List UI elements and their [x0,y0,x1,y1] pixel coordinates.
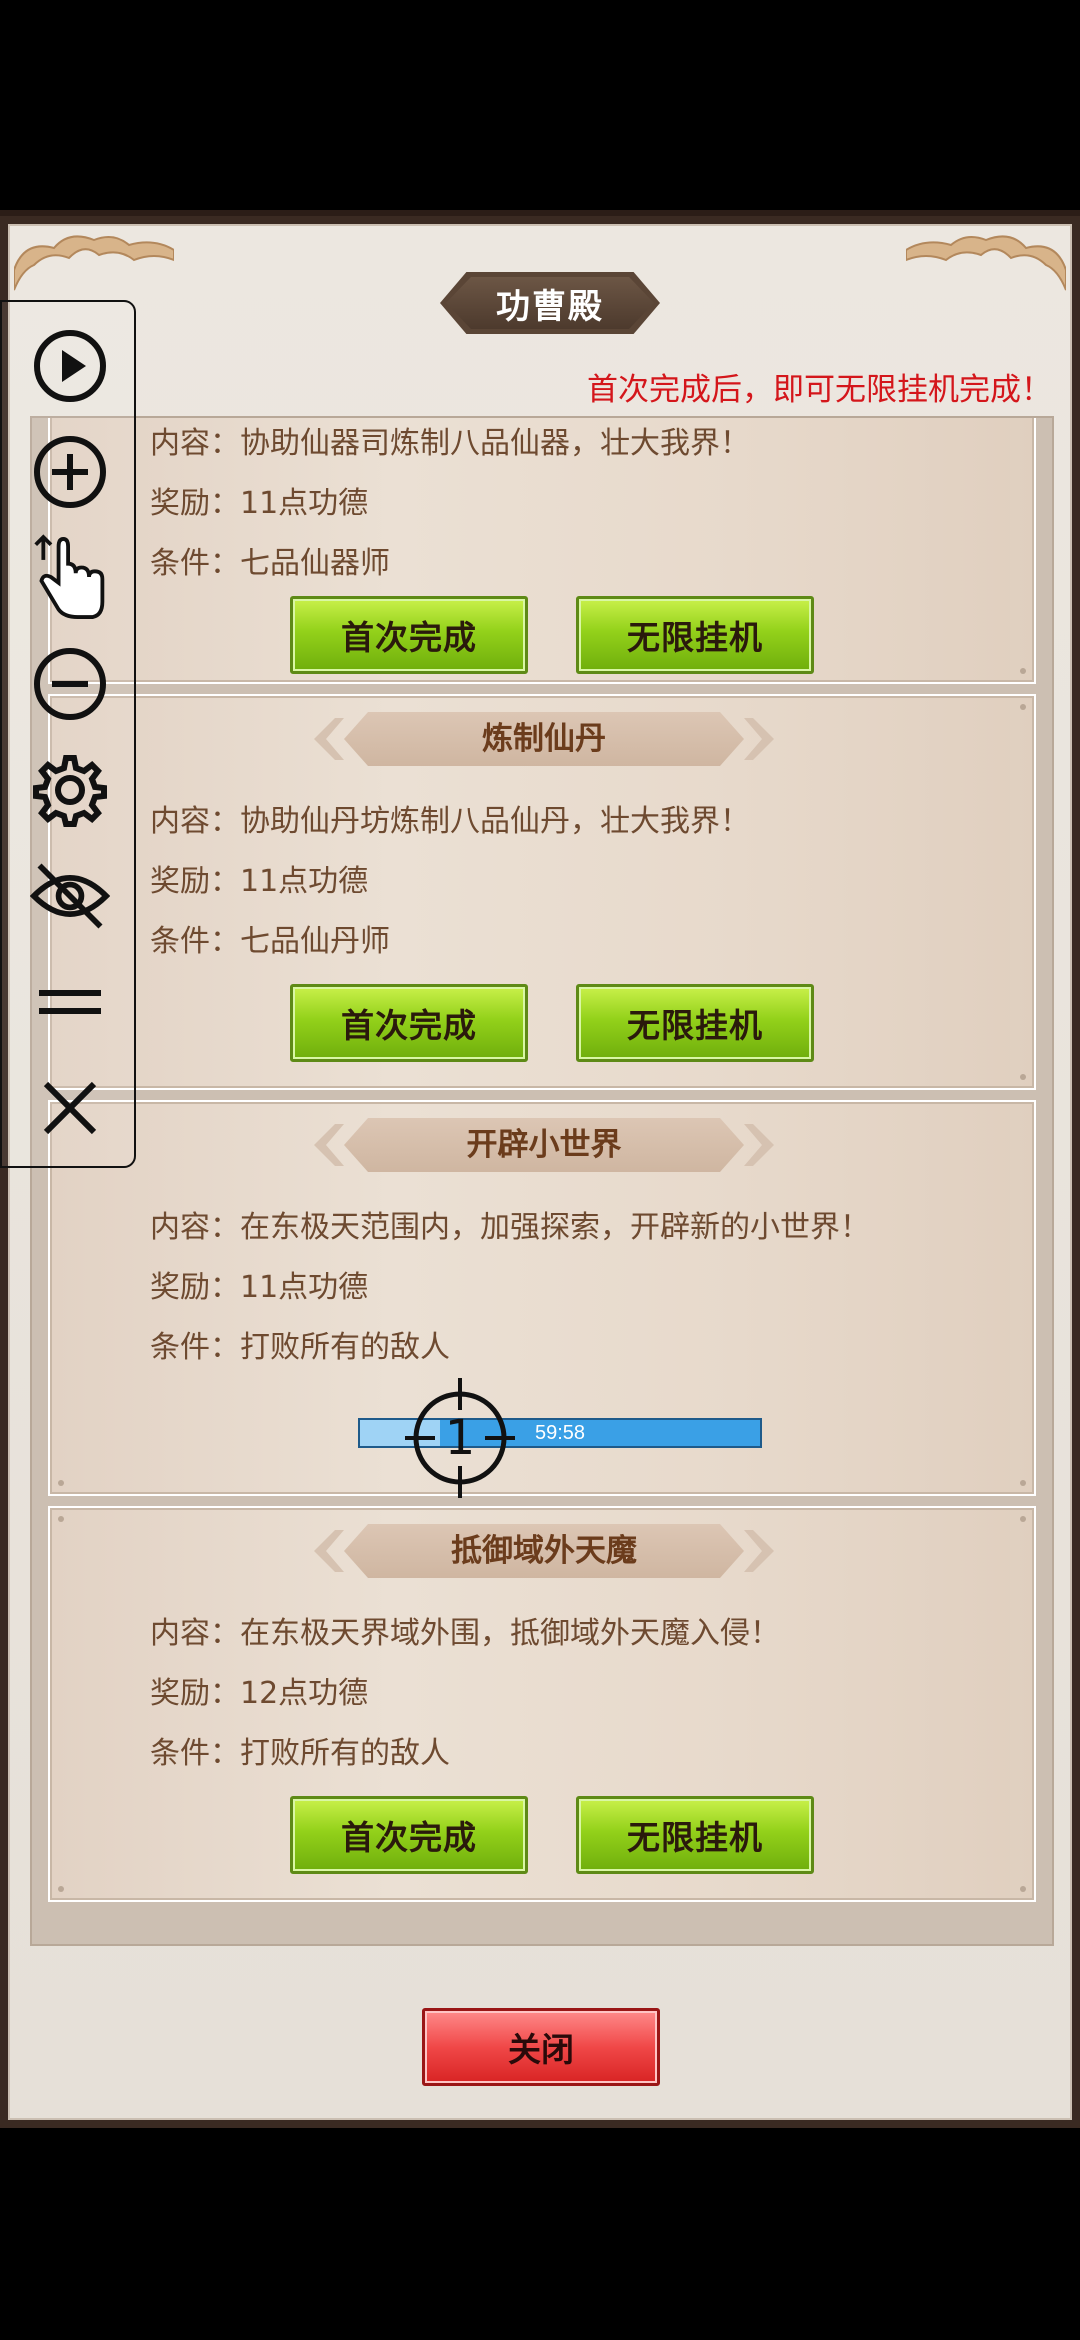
zoom-out-icon[interactable] [30,644,110,724]
task-title-ribbon: 开辟小世界 [314,1118,774,1172]
dialog-title: 功曹殿 [496,286,604,327]
card-rivet [1020,668,1026,674]
gear-icon[interactable] [30,750,110,830]
task-card: 内容：协助仙器司炼制八品仙器，壮大我界！ 奖励：11点功德 条件：七品仙器师 首… [48,418,1036,684]
task-reward: 奖励：12点功德 [150,1676,369,1711]
notice-text: 首次完成后，即可无限挂机完成！ [587,372,1052,407]
auto-idle-button[interactable]: 无限挂机 [576,596,814,674]
cloud-ornament-right [906,235,1066,291]
crosshair-number: 1 [445,1410,476,1466]
task-title: 炼制仙丹 [482,721,606,757]
close-button[interactable]: 关闭 [422,2008,660,2086]
floating-toolbar [0,300,136,1168]
card-rivet [1020,1480,1026,1486]
card-rivet [1020,1516,1026,1522]
task-reward: 奖励：11点功德 [150,1270,369,1305]
auto-idle-button[interactable]: 无限挂机 [576,1796,814,1874]
task-title: 抵御域外天魔 [451,1533,637,1569]
dialog-panel: 功曹殿 首次完成后，即可无限挂机完成！ 内容：协助仙器司炼制八品仙器，壮大我界！… [0,210,1080,2128]
card-rivet [1020,704,1026,710]
cloud-ornament-left [14,235,174,291]
zoom-in-icon[interactable] [30,432,110,512]
task-content: 内容：协助仙丹坊炼制八品仙丹，壮大我界！ [150,804,750,839]
auto-idle-button[interactable]: 无限挂机 [576,984,814,1062]
task-condition: 条件：七品仙丹师 [150,924,390,959]
task-content: 内容：协助仙器司炼制八品仙器，壮大我界！ [150,426,750,461]
card-rivet [1020,1886,1026,1892]
dialog-body: 功曹殿 首次完成后，即可无限挂机完成！ 内容：协助仙器司炼制八品仙器，壮大我界！… [8,224,1072,2120]
task-content: 内容：在东极天范围内，加强探索，开辟新的小世界！ [150,1210,870,1245]
task-reward: 奖励：11点功德 [150,864,369,899]
task-title: 开辟小世界 [466,1127,622,1163]
task-list[interactable]: 内容：协助仙器司炼制八品仙器，壮大我界！ 奖励：11点功德 条件：七品仙器师 首… [30,416,1054,1946]
task-card: 抵御域外天魔 内容：在东极天界域外围，抵御域外天魔入侵！ 奖励：12点功德 条件… [48,1506,1036,1902]
task-condition: 条件：七品仙器师 [150,546,390,581]
play-icon[interactable] [30,326,110,406]
card-rivet [58,1516,64,1522]
task-card: 开辟小世界 内容：在东极天范围内，加强探索，开辟新的小世界！ 奖励：11点功德 … [48,1100,1036,1498]
eye-off-icon[interactable] [30,856,110,936]
task-content: 内容：在东极天界域外围，抵御域外天魔入侵！ [150,1616,780,1651]
card-rivet [1020,1074,1026,1080]
task-condition: 条件：打败所有的敌人 [150,1330,450,1365]
task-condition: 条件：打败所有的敌人 [150,1736,450,1771]
task-title-ribbon: 炼制仙丹 [314,712,774,766]
first-complete-button[interactable]: 首次完成 [290,596,528,674]
equals-icon[interactable] [30,962,110,1042]
first-complete-button[interactable]: 首次完成 [290,984,528,1062]
close-icon[interactable] [30,1068,110,1148]
first-complete-button[interactable]: 首次完成 [290,1796,528,1874]
card-rivet [58,1480,64,1486]
task-reward: 奖励：11点功德 [150,486,369,521]
crosshair-marker-icon[interactable]: 1 [405,1378,515,1498]
card-rivet [58,1886,64,1892]
title-plate: 功曹殿 [440,272,660,334]
task-card: 炼制仙丹 内容：协助仙丹坊炼制八品仙丹，壮大我界！ 奖励：11点功德 条件：七品… [48,694,1036,1090]
task-title-ribbon: 抵御域外天魔 [314,1524,774,1578]
tap-hand-icon[interactable] [30,534,110,619]
